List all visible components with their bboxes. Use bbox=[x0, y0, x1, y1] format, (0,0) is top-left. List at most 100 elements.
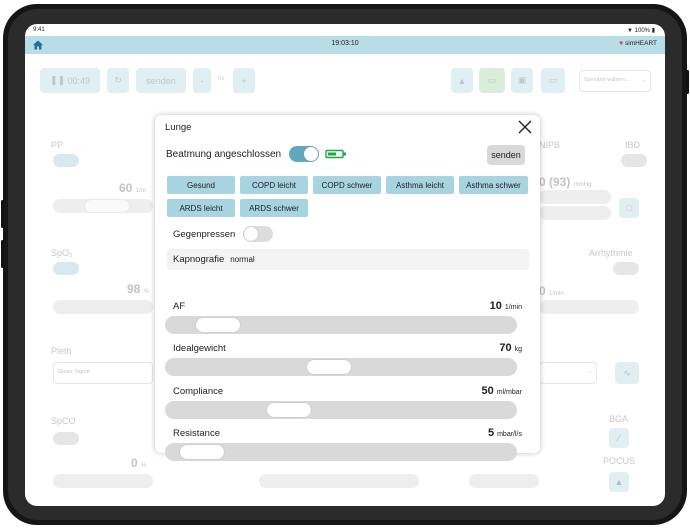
alarm-button[interactable]: ▲ bbox=[451, 68, 473, 93]
compliance-slider-thumb[interactable] bbox=[266, 403, 311, 417]
ventilation-toggle[interactable] bbox=[289, 146, 320, 162]
status-time: 9:41 bbox=[33, 27, 45, 33]
param-af: AF 10 1/min bbox=[165, 300, 530, 341]
pp-slider-thumb[interactable] bbox=[85, 200, 129, 212]
chevron-down-icon: ⌄ bbox=[587, 369, 592, 375]
preset-gesund[interactable]: Gesund bbox=[167, 176, 235, 194]
timer-button[interactable]: ❚❚ 00:49 bbox=[40, 68, 100, 93]
nipb-slider[interactable] bbox=[539, 190, 611, 204]
spco-value: 0 % bbox=[131, 456, 147, 470]
spco-slider-2[interactable] bbox=[259, 474, 419, 488]
wifi-icon: ▼ bbox=[627, 28, 633, 34]
toggle-knob bbox=[244, 227, 259, 241]
pp-label: PP bbox=[51, 140, 64, 150]
preset-copd-leicht[interactable]: COPD leicht bbox=[240, 176, 308, 194]
arrhythmia-toggle[interactable] bbox=[613, 262, 639, 275]
spo2-value: 98 % bbox=[127, 282, 150, 296]
param-resistance: Resistance 5 mbar/l/s bbox=[165, 427, 530, 468]
bell-icon: ▲ bbox=[457, 75, 467, 86]
pleth-select-2[interactable]: ⌄ bbox=[539, 362, 597, 384]
minus-button[interactable]: - bbox=[193, 68, 211, 93]
compliance-slider[interactable] bbox=[165, 401, 517, 419]
spco-slider[interactable] bbox=[53, 474, 153, 488]
scenario-select[interactable]: Szenario wählen... ⌄ bbox=[579, 70, 651, 92]
image-button[interactable]: ▣ bbox=[511, 68, 533, 93]
session-clock: 19:03:10 bbox=[331, 40, 359, 47]
top-bar: 19:03:10 ♥ simHEART bbox=[25, 36, 665, 54]
bga-label: BGA bbox=[609, 414, 629, 424]
plus-button[interactable]: + bbox=[233, 68, 255, 93]
preset-copd-schwer[interactable]: COPD schwer bbox=[313, 176, 381, 194]
brand-logo: ♥ simHEART bbox=[619, 40, 657, 47]
ibd-toggle[interactable] bbox=[621, 154, 647, 167]
battery-button[interactable]: ▭ bbox=[479, 68, 505, 93]
pocus-button[interactable]: ▲ bbox=[609, 472, 629, 492]
battery-status-icon: ▭ bbox=[487, 75, 497, 85]
resistance-slider[interactable] bbox=[165, 443, 517, 461]
ecg-icon: ∿ bbox=[623, 368, 631, 378]
preset-ards-leicht[interactable]: ARDS leicht bbox=[167, 199, 235, 217]
pleth-select[interactable]: Gutes Signal bbox=[53, 362, 153, 384]
idealgewicht-slider[interactable] bbox=[165, 358, 517, 376]
preset-asthma-schwer[interactable]: Asthma schwer bbox=[459, 176, 528, 194]
power-button bbox=[686, 70, 689, 94]
lock-button[interactable]: □ bbox=[619, 198, 639, 218]
ecg-button[interactable]: ∿ bbox=[615, 362, 639, 384]
pleth-select-value: Gutes Signal bbox=[58, 369, 90, 375]
preset-asthma-leicht[interactable]: Asthma leicht bbox=[386, 176, 454, 194]
battery-icon bbox=[325, 149, 347, 159]
toggle-knob bbox=[304, 147, 319, 161]
af-slider-thumb[interactable] bbox=[195, 318, 240, 332]
monitor-button[interactable]: ▭ bbox=[541, 68, 565, 93]
af-background-value: 0 1/min bbox=[539, 284, 564, 298]
pp-value: 60 1/m bbox=[119, 181, 146, 195]
idealgewicht-slider-thumb[interactable] bbox=[306, 360, 351, 374]
gegenpressen-toggle[interactable] bbox=[243, 226, 274, 242]
spo2-slider[interactable] bbox=[53, 300, 153, 314]
image-icon: ▣ bbox=[517, 75, 527, 85]
status-bar: 9:41 ▼ 100% ▮ bbox=[25, 24, 665, 36]
preset-ards-schwer[interactable]: ARDS schwer bbox=[240, 199, 308, 217]
monitor-icon: ▭ bbox=[548, 75, 558, 85]
background-send-button[interactable]: senden bbox=[136, 68, 186, 93]
spco-toggle[interactable] bbox=[53, 432, 79, 445]
resistance-slider-thumb[interactable] bbox=[180, 445, 225, 459]
lung-dialog: Lunge Beatmung angeschlossen senden Gesu… bbox=[155, 115, 540, 461]
timer-value: 00:49 bbox=[67, 75, 91, 86]
pause-icon: ❚❚ bbox=[49, 75, 68, 85]
scenario-placeholder: Szenario wählen... bbox=[584, 77, 630, 83]
af-slider[interactable] bbox=[165, 316, 517, 334]
param-label: Idealgewicht bbox=[173, 343, 226, 354]
pocus-label: POCUS bbox=[603, 456, 636, 466]
kapnografie-value: normal bbox=[230, 255, 255, 264]
gegenpressen-row: Gegenpressen bbox=[173, 226, 274, 242]
ultrasound-icon: ▲ bbox=[614, 477, 624, 487]
reset-button[interactable]: ↻ bbox=[107, 68, 129, 93]
syringe-icon: ∕ bbox=[618, 433, 620, 443]
bga-button[interactable]: ∕ bbox=[609, 428, 629, 448]
af-background-slider[interactable] bbox=[539, 300, 639, 314]
ventilation-label: Beatmung angeschlossen bbox=[166, 148, 282, 160]
param-label: Resistance bbox=[173, 428, 220, 439]
pp-toggle[interactable] bbox=[53, 154, 79, 167]
kapnografie-row[interactable]: Kapnografie normal bbox=[167, 249, 529, 270]
param-value: 50 ml/mbar bbox=[481, 385, 522, 397]
delay-value: 0s bbox=[218, 76, 225, 82]
ventilation-row: Beatmung angeschlossen bbox=[166, 145, 347, 163]
nipb-value: 0 (93) mmHg bbox=[539, 175, 592, 189]
nipb-label: NIPB bbox=[539, 140, 561, 150]
reset-icon: ↻ bbox=[114, 75, 122, 85]
chevron-down-icon: ⌄ bbox=[641, 77, 646, 83]
param-value: 70 kg bbox=[499, 342, 522, 354]
pleth-label: Pleth bbox=[51, 346, 72, 356]
send-button[interactable]: senden bbox=[487, 145, 525, 165]
volume-button bbox=[1, 240, 4, 268]
spco-slider-3[interactable] bbox=[469, 474, 539, 488]
dialog-title: Lunge bbox=[165, 122, 192, 133]
param-compliance: Compliance 50 ml/mbar bbox=[165, 385, 530, 426]
close-icon[interactable] bbox=[518, 120, 532, 134]
battery-icon: ▮ bbox=[651, 28, 655, 34]
battery-percent: 100% bbox=[634, 28, 651, 34]
spo2-toggle[interactable] bbox=[53, 262, 79, 275]
nipb-slider-2[interactable] bbox=[539, 206, 611, 220]
